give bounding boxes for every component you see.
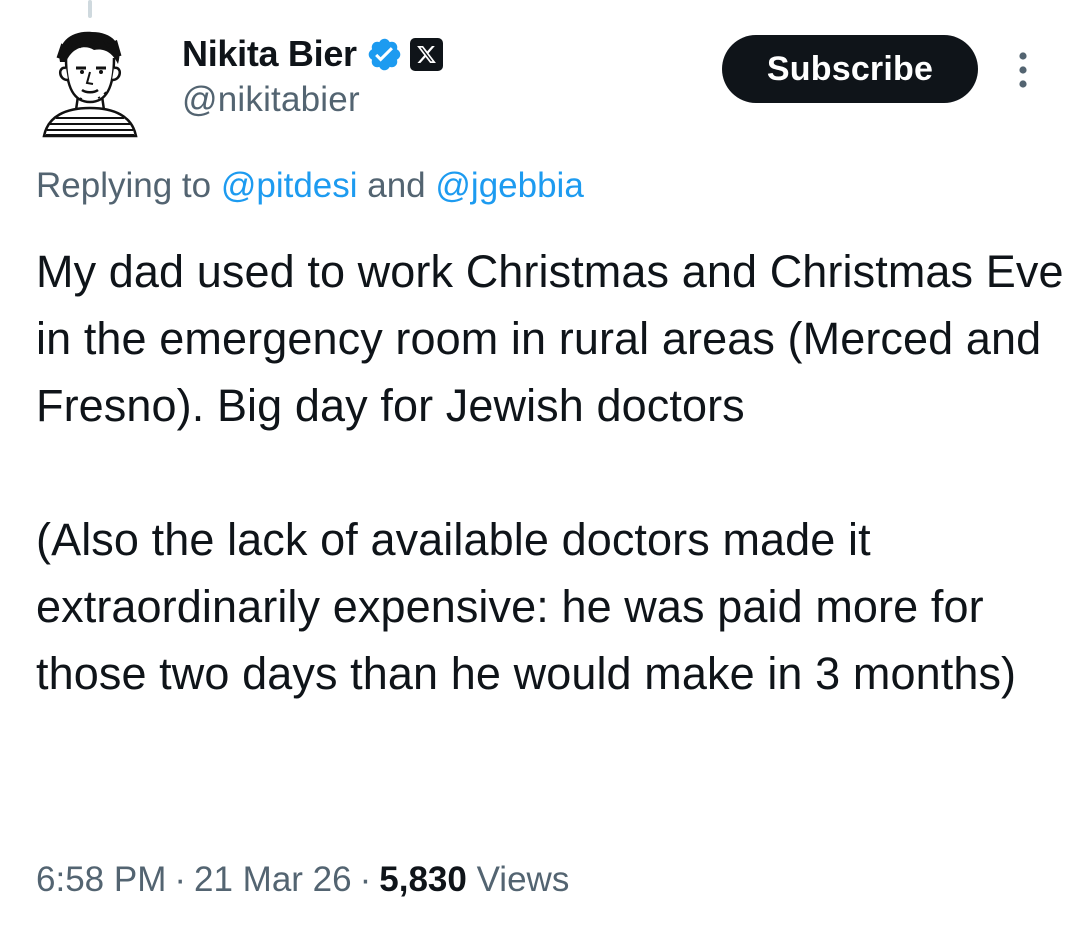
author-display-name[interactable]: Nikita Bier bbox=[182, 33, 357, 75]
tweet-paragraph: My dad used to work Christmas and Christ… bbox=[36, 246, 1064, 431]
tweet-meta-row: 6:58 PM · 21 Mar 26 · 5,830 Views bbox=[36, 860, 569, 900]
tweet-body: My dad used to work Christmas and Christ… bbox=[36, 238, 1066, 707]
views-count: 5,830 bbox=[379, 860, 467, 899]
views-label: Views bbox=[476, 860, 570, 899]
author-name-row: Nikita Bier bbox=[182, 30, 443, 78]
tweet-date[interactable]: 21 Mar 26 bbox=[194, 860, 352, 899]
subscribe-button[interactable]: Subscribe bbox=[722, 35, 978, 103]
author-handle[interactable]: @nikitabier bbox=[182, 80, 360, 120]
sketch-portrait-avatar-icon bbox=[42, 31, 138, 138]
verified-badge-icon[interactable] bbox=[366, 36, 403, 73]
thread-connector-line bbox=[88, 0, 92, 18]
avatar[interactable] bbox=[38, 28, 142, 140]
meta-separator: · bbox=[359, 860, 372, 899]
tweet-paragraph: (Also the lack of available doctors made… bbox=[36, 514, 1017, 699]
vertical-ellipsis-icon[interactable] bbox=[1012, 48, 1034, 92]
tweet-time[interactable]: 6:58 PM bbox=[36, 860, 166, 899]
replying-to-line: Replying to @pitdesi and @jgebbia bbox=[36, 166, 584, 206]
mention-link-jgebbia[interactable]: @jgebbia bbox=[435, 166, 583, 205]
mention-link-pitdesi[interactable]: @pitdesi bbox=[221, 166, 358, 205]
x-logo-icon[interactable] bbox=[409, 37, 443, 71]
replying-to-joiner: and bbox=[357, 166, 436, 205]
meta-separator: · bbox=[174, 860, 187, 899]
replying-to-prefix: Replying to bbox=[36, 166, 221, 205]
